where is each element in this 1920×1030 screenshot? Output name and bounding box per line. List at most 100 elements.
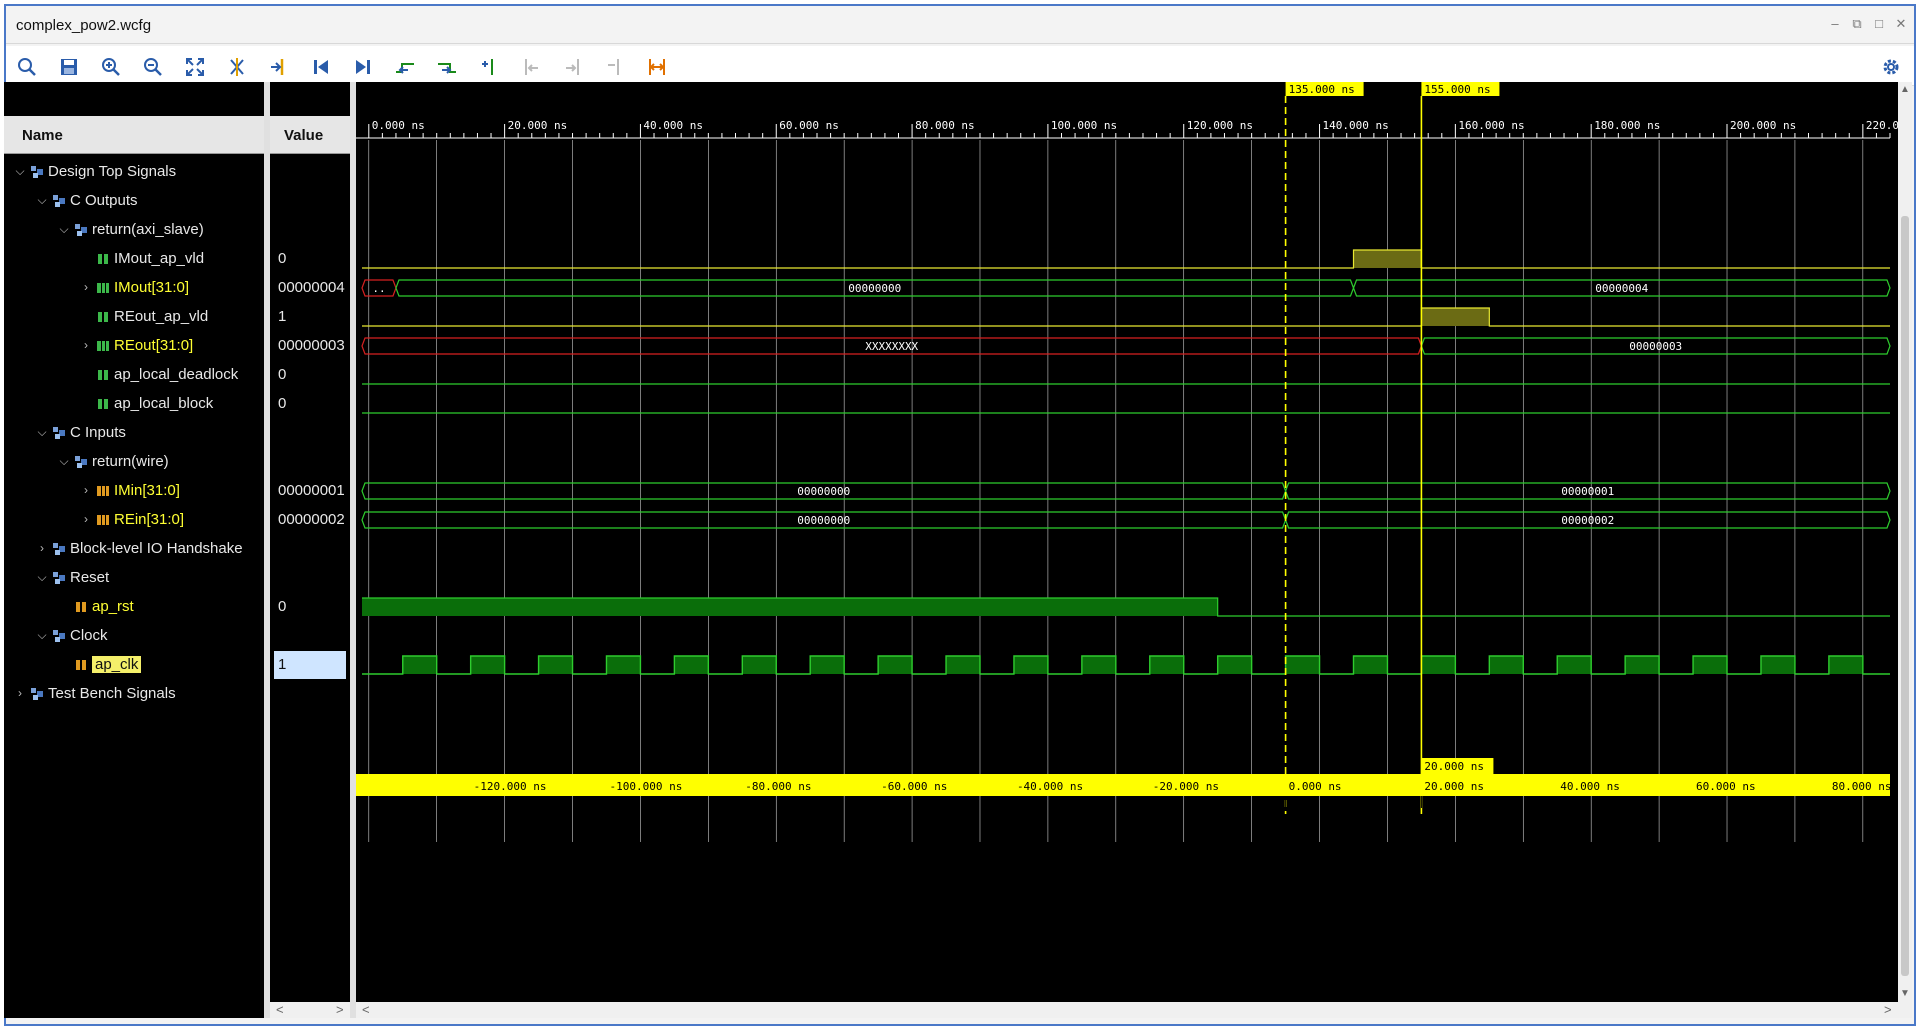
chevron-right-icon[interactable]: › <box>80 512 92 526</box>
scroll-up-arrow[interactable]: ▲ <box>1898 84 1912 95</box>
ruler-tick-label: 20.000 ns <box>508 119 568 132</box>
waveform-svg[interactable]: 135.000 ns 155.000 ns 0.000 ns 20.000 ns 40.… <box>356 82 1899 1002</box>
clock-high-fill <box>674 656 709 674</box>
goto-start-button[interactable] <box>310 56 332 78</box>
chevron-down-icon[interactable]: ⌵ <box>58 454 70 469</box>
signal-name-label: ap_rst <box>92 598 134 615</box>
wire-signal-icon <box>96 368 110 382</box>
relative-tick-label: -120.000 ns <box>474 780 547 793</box>
tree-row[interactable]: › REin[31:0] <box>4 506 264 534</box>
tree-row[interactable]: › Block-level IO Handshake <box>4 535 264 563</box>
clock-high-fill <box>1828 656 1863 674</box>
maximize-button[interactable]: □ <box>1870 16 1888 31</box>
zoom-out-button[interactable] <box>142 56 164 78</box>
waveform-canvas[interactable]: 135.000 ns 155.000 ns 0.000 ns 20.000 ns 40.… <box>356 82 1899 1018</box>
tree-row[interactable]: ap_clk <box>4 651 264 679</box>
tree-row[interactable]: ap_local_block <box>4 390 264 418</box>
chevron-down-icon[interactable]: ⌵ <box>36 628 48 643</box>
cursor-zoom-icon <box>230 58 244 76</box>
tree-row[interactable]: IMout_ap_vld <box>4 245 264 273</box>
group-icon <box>52 542 66 556</box>
chevron-down-icon[interactable]: ⌵ <box>58 222 70 237</box>
vertical-scroll-thumb[interactable] <box>1901 216 1909 976</box>
chevron-down-icon[interactable]: ⌵ <box>36 193 48 208</box>
tree-row[interactable]: REout_ap_vld <box>4 303 264 331</box>
signal-value: 1 <box>274 651 346 679</box>
group-icon <box>30 165 44 179</box>
minimize-button[interactable]: – <box>1826 16 1844 31</box>
wave-high-fill <box>1421 308 1490 326</box>
next-transition-button[interactable] <box>436 56 458 78</box>
signal-name-label: Test Bench Signals <box>48 685 176 702</box>
scroll-down-arrow[interactable]: ▼ <box>1898 988 1912 999</box>
settings-button[interactable] <box>1880 56 1902 78</box>
next-marker-button[interactable] <box>562 56 584 78</box>
chevron-right-icon[interactable]: › <box>80 280 92 294</box>
goto-end-button[interactable] <box>352 56 374 78</box>
goto-cursor-button[interactable] <box>268 56 290 78</box>
toolbar <box>6 46 1914 86</box>
remove-marker-button[interactable] <box>604 56 626 78</box>
signal-name-label: REout_ap_vld <box>114 308 209 325</box>
chevron-right-icon[interactable]: › <box>80 338 92 352</box>
zoom-to-cursor-button[interactable] <box>226 56 248 78</box>
close-button[interactable]: ✕ <box>1892 16 1910 32</box>
restore-button[interactable]: ⧉ <box>1848 16 1866 32</box>
tree-row[interactable]: ⌵ C Inputs <box>4 419 264 447</box>
tree-row[interactable]: › Test Bench Signals <box>4 680 264 708</box>
ruler-tick-label: 60.000 ns <box>779 119 839 132</box>
value-column-header[interactable]: Value <box>270 116 350 154</box>
save-button[interactable] <box>58 56 80 78</box>
bus-value-label: 00000000 <box>848 282 901 295</box>
clock-high-fill <box>1285 656 1320 674</box>
tree-row[interactable]: ⌵ C Outputs <box>4 187 264 215</box>
chevron-right-icon[interactable]: › <box>14 686 26 700</box>
signal-value: 00000003 <box>278 337 345 354</box>
tree-row[interactable]: ⌵ return(axi_slave) <box>4 216 264 244</box>
chevron-down-icon[interactable]: ⌵ <box>36 425 48 440</box>
signal-name-label: REout[31:0] <box>114 337 194 354</box>
tree-row[interactable]: ⌵ return(wire) <box>4 448 264 476</box>
value-horizontal-scrollbar[interactable]: < > <box>270 1002 350 1018</box>
tree-row[interactable]: ⌵ Clock <box>4 622 264 650</box>
wave-horizontal-scrollbar[interactable]: < > <box>356 1002 1898 1018</box>
remove-marker-icon <box>608 59 619 75</box>
chevron-right-icon[interactable]: › <box>80 483 92 497</box>
wave-scroll-right-arrow[interactable]: > <box>1884 1002 1892 1017</box>
signal-name-label: return(axi_slave) <box>92 221 204 238</box>
ruler-tick-label: 80.000 ns <box>915 119 975 132</box>
wave-scroll-left-arrow[interactable]: < <box>362 1002 370 1017</box>
add-marker-icon <box>482 59 493 75</box>
value-header-label: Value <box>284 127 324 144</box>
zoom-fit-button[interactable] <box>184 56 206 78</box>
zoom-in-button[interactable] <box>100 56 122 78</box>
clock-high-fill <box>1353 656 1388 674</box>
add-marker-button[interactable] <box>478 56 500 78</box>
tree-row[interactable]: › REout[31:0] <box>4 332 264 360</box>
chevron-down-icon[interactable]: ⌵ <box>14 164 26 179</box>
previous-marker-button[interactable] <box>520 56 542 78</box>
previous-transition-button[interactable] <box>394 56 416 78</box>
swap-cursors-button[interactable] <box>646 56 668 78</box>
chevron-right-icon[interactable]: › <box>36 541 48 555</box>
gear-icon <box>1883 59 1899 75</box>
wire-signal-icon <box>74 658 88 672</box>
tree-row[interactable]: ap_local_deadlock <box>4 361 264 389</box>
clock-high-fill <box>1013 656 1048 674</box>
tree-row[interactable]: ⌵ Design Top Signals <box>4 158 264 186</box>
signal-value-panel: Value 0 00000004 1 00000003 0 0 00000001 000000… <box>270 82 350 1018</box>
chevron-down-icon[interactable]: ⌵ <box>36 570 48 585</box>
scroll-right-arrow[interactable]: > <box>336 1002 344 1017</box>
tree-row[interactable]: ap_rst <box>4 593 264 621</box>
search-button[interactable] <box>16 56 38 78</box>
relative-tick-label: 0.000 ns <box>1289 780 1342 793</box>
name-column-header[interactable]: Name <box>4 116 264 154</box>
tree-row[interactable]: › IMin[31:0] <box>4 477 264 505</box>
scroll-left-arrow[interactable]: < <box>276 1002 284 1017</box>
tree-row[interactable]: › IMout[31:0] <box>4 274 264 302</box>
ruler-tick-label: 100.000 ns <box>1051 119 1117 132</box>
vertical-scrollbar[interactable]: ▲ ▼ <box>1898 82 1912 1018</box>
zoom-out-icon <box>144 58 162 76</box>
signal-name-label: C Inputs <box>70 424 126 441</box>
tree-row[interactable]: ⌵ Reset <box>4 564 264 592</box>
